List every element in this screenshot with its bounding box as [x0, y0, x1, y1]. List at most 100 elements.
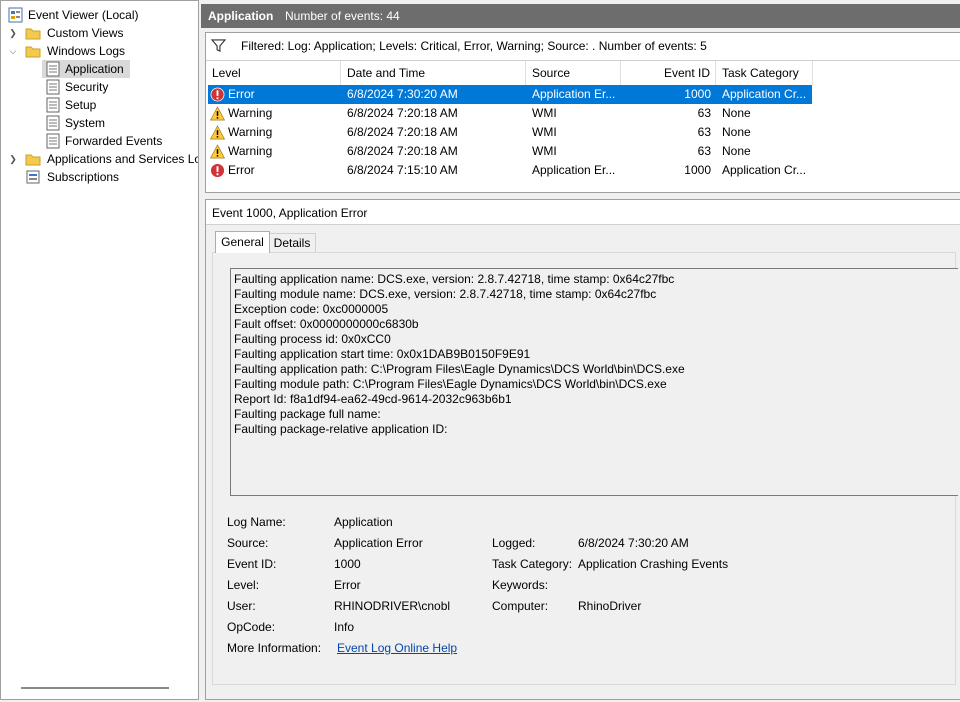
event-id: 1000 [684, 163, 711, 177]
event-level: Error [228, 163, 255, 177]
event-row[interactable]: Warning 6/8/2024 7:20:18 AM WMI 63 None [208, 104, 812, 123]
column-header-date[interactable]: Date and Time [341, 61, 526, 85]
event-date: 6/8/2024 7:20:18 AM [347, 125, 458, 139]
event-id: 63 [697, 125, 711, 139]
event-viewer-icon [8, 7, 23, 23]
tree-label-system: System [65, 116, 106, 130]
message-line: Faulting application start time: 0x0x1DA… [234, 347, 531, 361]
column-header-event-id[interactable]: Event ID [621, 61, 716, 85]
tree-label-subscriptions: Subscriptions [47, 170, 120, 184]
keywords-label: Keywords: [492, 578, 549, 592]
event-source: WMI [532, 144, 557, 158]
event-task: None [722, 144, 751, 158]
event-source: Application Er... [532, 163, 616, 177]
column-header-source[interactable]: Source [526, 61, 621, 85]
chevron-right-icon[interactable]: ❯ [8, 150, 18, 168]
log-icon [46, 79, 60, 95]
event-task: Application Cr... [722, 87, 807, 101]
task-category-value: Application Crashing Events [578, 557, 729, 571]
event-id-value: 1000 [334, 557, 361, 571]
event-task: None [722, 125, 751, 139]
event-level: Error [228, 87, 255, 101]
log-header: Application Number of events: 44 [201, 4, 960, 28]
chevron-right-icon[interactable]: ❯ [8, 24, 18, 42]
filter-text: Filtered: Log: Application; Levels: Crit… [241, 39, 707, 53]
source-label: Source: [227, 536, 269, 550]
event-source: Application Er... [532, 87, 616, 101]
event-count: Number of events: 44 [285, 9, 400, 23]
message-line: Faulting application name: DCS.exe, vers… [234, 272, 675, 286]
tree-label-forwarded-events: Forwarded Events [65, 134, 163, 148]
event-level: Warning [228, 106, 273, 120]
event-row[interactable]: Warning 6/8/2024 7:20:18 AM WMI 63 None [208, 142, 812, 161]
message-line: Faulting package-relative application ID… [234, 422, 448, 436]
event-source: WMI [532, 106, 557, 120]
tab-details[interactable]: Details [268, 233, 316, 253]
general-tab-panel: Faulting application name: DCS.exe, vers… [212, 252, 958, 685]
warning-icon [210, 106, 225, 121]
log-icon [46, 115, 60, 131]
main-pane: Application Number of events: 44 Filtere… [201, 0, 960, 702]
event-id: 63 [697, 144, 711, 158]
computer-label: Computer: [492, 599, 549, 613]
message-line: Faulting package full name: [234, 407, 381, 421]
tree-label-custom-views: Custom Views [47, 26, 124, 40]
event-list-panel: Filtered: Log: Application; Levels: Crit… [205, 32, 960, 193]
computer-value: RhinoDriver [578, 599, 642, 613]
error-icon [210, 87, 225, 102]
user-value: RHINODRIVER\cnobl [334, 599, 451, 613]
tab-general[interactable]: General [215, 231, 270, 253]
event-id: 1000 [684, 87, 711, 101]
tree-label-application: Application [65, 62, 124, 76]
user-label: User: [227, 599, 256, 613]
detail-title: Event 1000, Application Error [212, 206, 368, 220]
tree-item-application[interactable]: Application [42, 60, 130, 78]
detail-title-bar: Event 1000, Application Error [206, 200, 960, 225]
column-header-level[interactable]: Level [206, 61, 341, 85]
event-date: 6/8/2024 7:20:18 AM [347, 106, 458, 120]
logged-value: 6/8/2024 7:30:20 AM [578, 536, 689, 550]
opcode-label: OpCode: [227, 620, 276, 634]
online-help-link[interactable]: Event Log Online Help [337, 641, 457, 655]
subscriptions-icon [26, 170, 40, 184]
message-line: Fault offset: 0x0000000000c6830b [234, 317, 419, 331]
column-header-task[interactable]: Task Category [716, 61, 813, 85]
event-row[interactable]: Warning 6/8/2024 7:20:18 AM WMI 63 None [208, 123, 812, 142]
column-label-event-id: Event ID [663, 66, 710, 80]
message-line: Faulting application path: C:\Program Fi… [234, 362, 685, 376]
column-label-source: Source [532, 66, 571, 80]
tree-label-security: Security [65, 80, 109, 94]
log-icon [46, 97, 60, 113]
filter-icon [211, 39, 226, 53]
logged-label: Logged: [492, 536, 536, 550]
log-title: Application [208, 9, 274, 23]
task-category-label: Task Category: [492, 557, 573, 571]
message-line: Report Id: f8a1df94-ea62-49cd-9614-2032c… [234, 392, 512, 406]
tree-label-apps-services: Applications and Services Lo [47, 152, 199, 166]
message-line: Exception code: 0xc0000005 [234, 302, 389, 316]
message-line: Faulting module path: C:\Program Files\E… [234, 377, 667, 391]
log-icon [46, 61, 60, 77]
event-row[interactable]: Error 6/8/2024 7:15:10 AM Application Er… [208, 161, 812, 180]
warning-icon [210, 144, 225, 159]
event-source: WMI [532, 125, 557, 139]
column-label-date: Date and Time [347, 66, 426, 80]
error-icon [210, 163, 225, 178]
message-line: Faulting process id: 0x0xCC0 [234, 332, 391, 346]
event-date: 6/8/2024 7:20:18 AM [347, 144, 458, 158]
folder-open-icon [25, 46, 41, 58]
message-line: Faulting module name: DCS.exe, version: … [234, 287, 657, 301]
filter-bar: Filtered: Log: Application; Levels: Crit… [206, 33, 960, 61]
event-row[interactable]: Error 6/8/2024 7:30:20 AM Application Er… [208, 85, 812, 104]
level-value: Error [334, 578, 361, 592]
navigation-tree: Event Viewer (Local) ❯ Custom Views ⌵ Wi… [0, 0, 199, 700]
event-date: 6/8/2024 7:15:10 AM [347, 163, 458, 177]
event-message-box[interactable]: Faulting application name: DCS.exe, vers… [230, 268, 958, 496]
event-id-label: Event ID: [227, 557, 277, 571]
chevron-down-icon[interactable]: ⌵ [8, 42, 18, 60]
folder-icon [25, 154, 41, 166]
folder-icon [25, 28, 41, 40]
event-level: Warning [228, 125, 273, 139]
event-id: 63 [697, 106, 711, 120]
horizontal-scrollbar[interactable] [21, 687, 169, 689]
